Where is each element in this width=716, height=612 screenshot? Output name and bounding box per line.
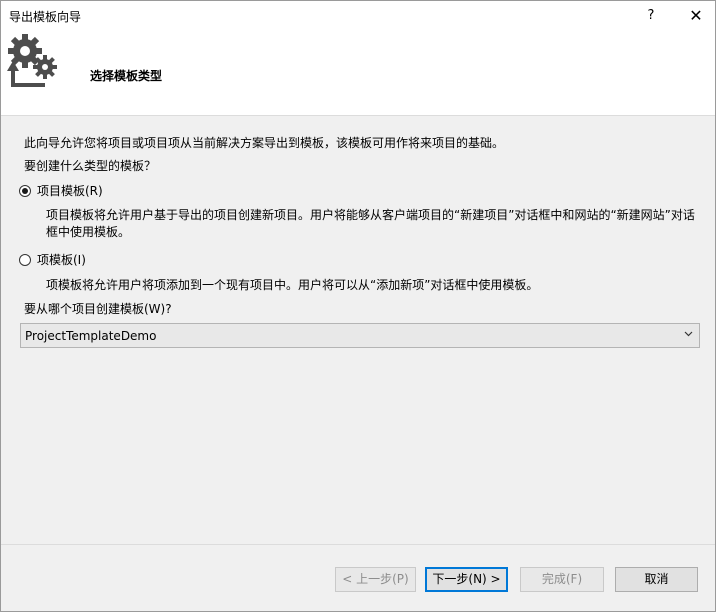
previous-button[interactable]: < 上一步(P) <box>335 567 416 592</box>
window-title: 导出模板向导 <box>9 10 82 24</box>
help-button[interactable]: ? <box>633 1 669 31</box>
next-button[interactable]: 下一步(N) > <box>425 567 508 592</box>
source-project-value: ProjectTemplateDemo <box>25 329 157 343</box>
wizard-content: 此向导允许您将项目或项目项从当前解决方案导出到模板，该模板可用作将来项目的基础。… <box>1 116 715 544</box>
finish-button[interactable]: 完成(F) <box>520 567 604 592</box>
project-template-label: 项目模板(R) <box>37 184 103 198</box>
close-button[interactable]: ✕ <box>677 1 715 31</box>
radio-button-unchecked[interactable] <box>19 253 31 266</box>
chevron-down-icon <box>684 331 693 337</box>
project-template-description: 项目模板将允许用户基于导出的项目创建新项目。用户将能够从客户端项目的“新建项目”… <box>46 208 695 239</box>
cancel-button[interactable]: 取消 <box>615 567 698 592</box>
project-template-radio[interactable]: 项目模板(R) <box>19 182 103 199</box>
wizard-description: 此向导允许您将项目或项目项从当前解决方案导出到模板，该模板可用作将来项目的基础。 <box>24 136 505 150</box>
item-template-label: 项模板(I) <box>37 253 86 267</box>
radio-button-checked[interactable] <box>19 184 31 197</box>
template-type-question: 要创建什么类型的模板？ <box>24 159 157 173</box>
page-title: 选择模板类型 <box>90 69 163 83</box>
gears-export-icon <box>7 34 57 87</box>
source-project-dropdown[interactable]: ProjectTemplateDemo <box>20 323 700 348</box>
export-template-wizard-window: 导出模板向导 ? ✕ 选择模板类型 此向导允许您将项目或项目项从当前解决方案导出… <box>0 0 716 612</box>
wizard-footer: < 上一步(P) 下一步(N) > 完成(F) 取消 <box>1 544 715 612</box>
wizard-header: 选择模板类型 <box>1 31 715 116</box>
item-template-description: 项模板将允许用户将项添加到一个现有项目中。用户将可以从“添加新项”对话框中使用模… <box>46 278 539 292</box>
title-bar: 导出模板向导 ? ✕ <box>1 1 715 31</box>
item-template-radio[interactable]: 项模板(I) <box>19 251 86 268</box>
source-project-label: 要从哪个项目创建模板(W)? <box>24 302 172 316</box>
